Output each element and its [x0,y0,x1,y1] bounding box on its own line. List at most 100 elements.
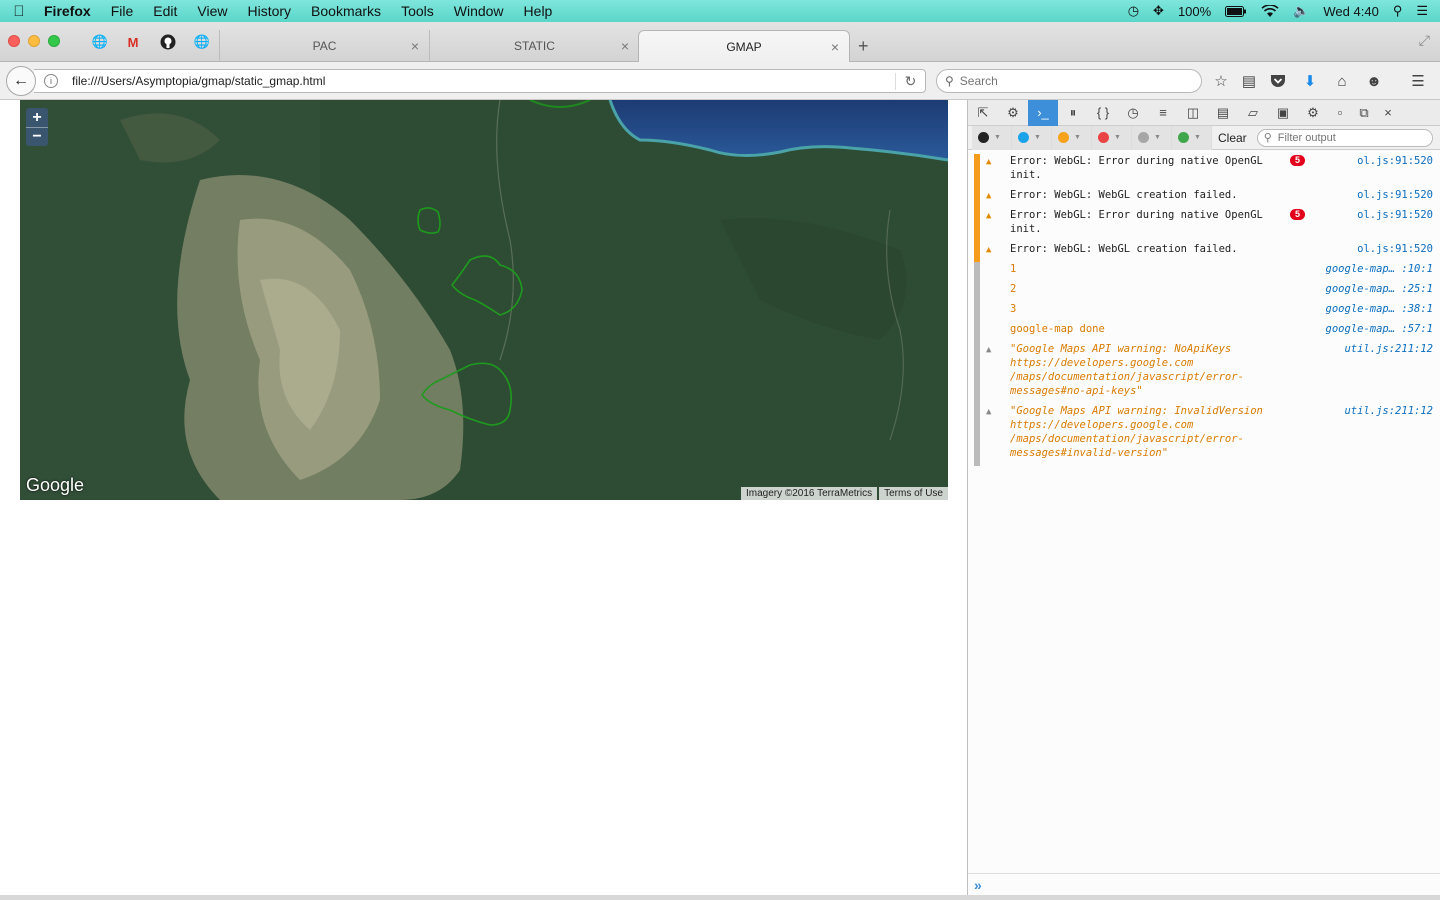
tab-close-icon[interactable]: × [621,38,629,54]
tab-pac[interactable]: PAC × [219,30,429,62]
downloads-icon[interactable]: ⬇ [1300,71,1320,91]
filter-server-button[interactable]: ▼ [1172,125,1212,150]
filter-security-button[interactable]: ▼ [1092,125,1132,150]
prompt-chevron-icon: » [974,876,982,893]
fullscreen-icon[interactable]: ⤢ [1419,32,1430,49]
menu-help[interactable]: Help [514,3,563,19]
pocket-icon[interactable] [1268,71,1288,91]
pinned-tab-globe-icon[interactable]: 🌐 [91,33,109,51]
frame-select-icon[interactable]: ◫ [1178,100,1208,126]
battery-icon[interactable] [1225,5,1247,17]
console-message-error[interactable]: ▲ Error: WebGL: WebGL creation failed. ol.… [968,242,1440,262]
console-message-log[interactable]: google-map done google-map… :57:1 [968,322,1440,342]
inspector-tab-icon[interactable]: ⚙ [998,100,1028,126]
filter-js-button[interactable]: ▼ [1052,125,1092,150]
url-text[interactable]: file:///Users/Asymptopia/gmap/static_gma… [72,74,325,88]
settings-gear-icon[interactable]: ⚙ [1298,100,1328,126]
filter-net-button[interactable]: ▼ [972,125,1012,150]
tab-static[interactable]: STATIC × [429,30,639,62]
time-machine-icon[interactable]: ◷ [1128,3,1139,19]
site-info-icon[interactable]: i [44,74,58,88]
back-button[interactable]: ← [6,66,36,96]
console-source-link[interactable]: google-map… :25:1 [1326,282,1433,296]
window-minimize-button[interactable] [28,35,40,47]
clock[interactable]: Wed 4:40 [1323,4,1378,19]
window-close-button[interactable] [8,35,20,47]
terms-of-use-link[interactable]: Terms of Use [879,487,948,500]
devtools-close-icon[interactable]: × [1376,100,1400,126]
tab-label: GMAP [726,40,762,54]
console-message-warn[interactable]: ▲ "Google Maps API warning: NoApiKeys htt… [968,342,1440,404]
console-message-warn[interactable]: ▲ "Google Maps API warning: InvalidVersio… [968,404,1440,466]
3d-view-icon[interactable]: ▱ [1238,100,1268,126]
clear-console-button[interactable]: Clear [1212,126,1253,150]
menu-bar:  Firefox File Edit View History Bookmar… [0,0,1440,22]
menu-history[interactable]: History [237,3,301,19]
hamburger-menu-icon[interactable]: ☰ [1408,71,1428,91]
menu-window[interactable]: Window [444,3,514,19]
move-icon[interactable]: ✥ [1153,3,1164,19]
console-source-link[interactable]: util.js:211:12 [1344,342,1433,356]
debugger-tab-icon[interactable]: ⏸ [1058,100,1088,126]
network-tab-icon[interactable]: ≡ [1148,100,1178,126]
console-source-link[interactable]: ol.js:91:520 [1357,188,1433,202]
console-source-link[interactable]: ol.js:91:520 [1357,242,1433,256]
menu-edit[interactable]: Edit [143,3,187,19]
zoom-in-button[interactable]: + [26,108,48,127]
tab-gmap[interactable]: GMAP × [638,30,850,63]
menu-app-name[interactable]: Firefox [38,3,101,19]
filter-output-box[interactable]: ⚲ [1256,128,1433,147]
filter-output-input[interactable] [1277,131,1418,144]
console-input-prompt[interactable]: » [968,873,1440,895]
tab-close-icon[interactable]: × [411,38,419,54]
console-source-link[interactable]: google-map… :10:1 [1326,262,1433,276]
pinned-tab-github-icon[interactable] [159,33,177,51]
zoom-out-button[interactable]: − [26,127,48,146]
console-tab-icon[interactable]: ›_ [1028,99,1058,126]
apple-icon[interactable]:  [0,3,38,20]
reload-icon[interactable]: ↻ [895,72,925,90]
console-message-log[interactable]: 3 google-map… :38:1 [968,302,1440,322]
style-editor-tab-icon[interactable]: { } [1088,100,1118,126]
reading-list-icon[interactable]: ▤ [1239,71,1259,91]
console-source-link[interactable]: ol.js:91:520 [1357,208,1433,222]
responsive-mode-icon[interactable]: ▣ [1268,100,1298,126]
search-bar[interactable]: ⚲ [936,69,1202,93]
pinned-tab-globe-icon-2[interactable]: 🌐 [193,33,211,51]
scratchpad-icon[interactable]: ▤ [1208,100,1238,126]
volume-icon[interactable]: 🔈 [1293,3,1309,19]
window-zoom-button[interactable] [48,35,60,47]
console-message-log[interactable]: 1 google-map… :10:1 [968,262,1440,282]
search-input[interactable] [959,74,1160,88]
console-message-error[interactable]: ▲ Error: WebGL: Error during native OpenG… [968,154,1440,188]
menu-view[interactable]: View [187,3,237,19]
tab-close-icon[interactable]: × [831,39,839,55]
performance-tab-icon[interactable]: ◷ [1118,100,1148,126]
bookmark-star-icon[interactable]: ☆ [1211,71,1231,91]
console-message-log[interactable]: 2 google-map… :25:1 [968,282,1440,302]
menu-tools[interactable]: Tools [391,3,444,19]
console-source-link[interactable]: util.js:211:12 [1344,404,1433,418]
spotlight-icon[interactable]: ⚲ [1393,3,1403,19]
console-message-error[interactable]: ▲ Error: WebGL: WebGL creation failed. ol.… [968,188,1440,208]
url-bar[interactable]: i file:///Users/Asymptopia/gmap/static_g… [34,69,926,93]
pinned-tab-gmail-icon[interactable]: M [124,33,142,51]
menu-bookmarks[interactable]: Bookmarks [301,3,391,19]
hello-chat-icon[interactable]: ☻ [1364,71,1384,91]
console-source-link[interactable]: google-map… :57:1 [1326,322,1433,336]
notification-center-icon[interactable]: ☰ [1416,3,1428,19]
google-logo[interactable]: Google [26,475,84,496]
google-map[interactable]: + − Google Imagery ©2016 TerraMetrics Te… [20,100,948,500]
undock-icon[interactable]: ⧉ [1352,100,1376,126]
console-message-error[interactable]: ▲ Error: WebGL: Error during native OpenG… [968,208,1440,242]
filter-logging-button[interactable]: ▼ [1132,125,1172,150]
filter-css-button[interactable]: ▼ [1012,125,1052,150]
new-tab-button[interactable]: + [858,36,869,57]
menu-file[interactable]: File [101,3,144,19]
dock-bottom-icon[interactable]: ▫ [1328,100,1352,126]
wifi-icon[interactable] [1261,4,1279,18]
console-source-link[interactable]: ol.js:91:520 [1357,154,1433,168]
element-picker-icon[interactable]: ⇱ [968,100,998,126]
home-icon[interactable]: ⌂ [1332,71,1352,91]
console-source-link[interactable]: google-map… :38:1 [1326,302,1433,316]
